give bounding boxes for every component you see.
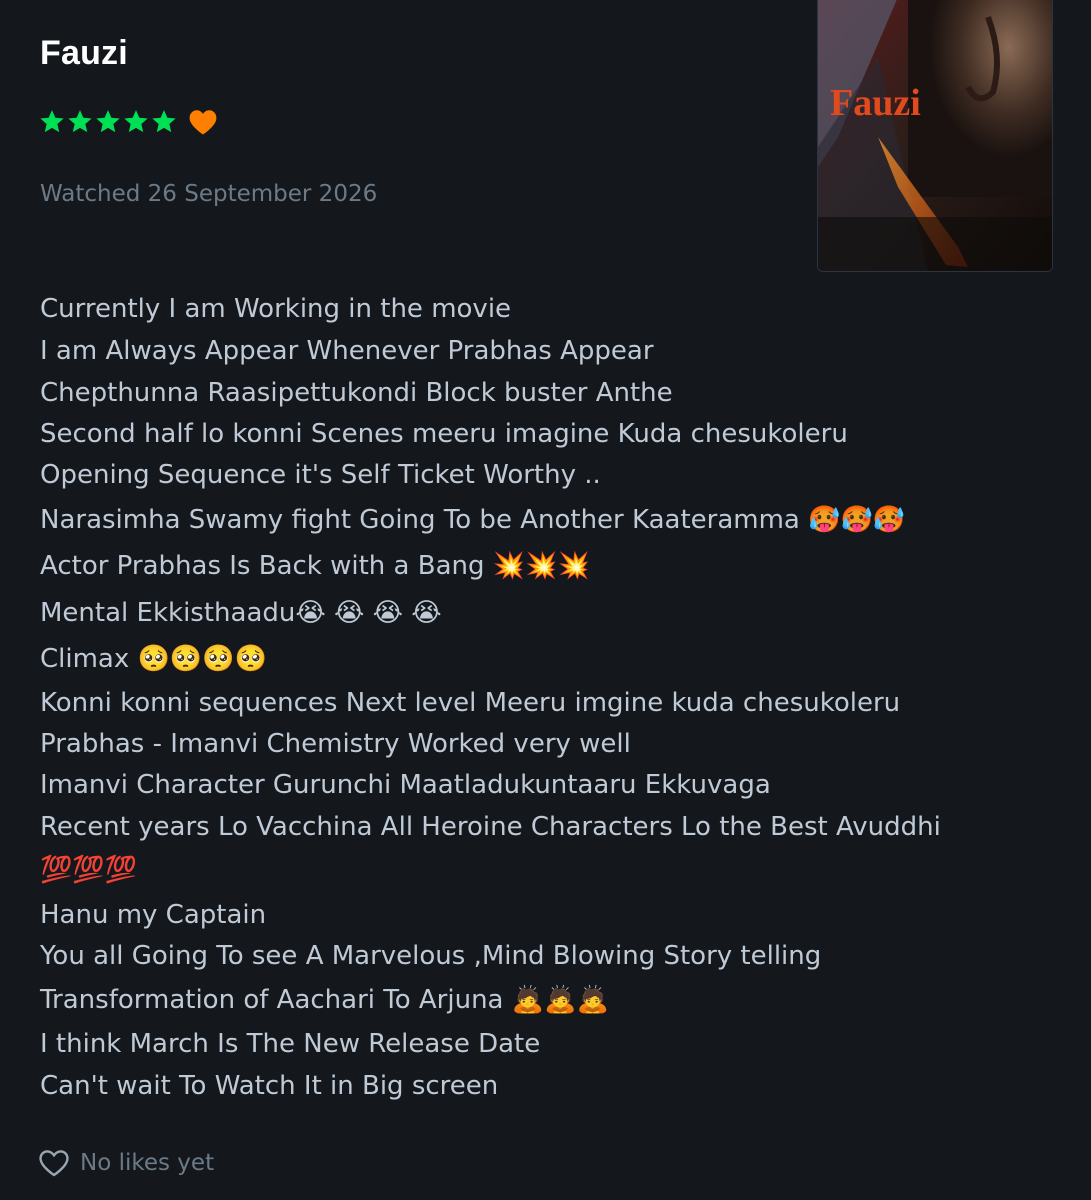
rating <box>38 108 218 136</box>
review-line: Currently I am Working in the movie <box>40 294 512 324</box>
film-poster[interactable]: Fauzi <box>817 0 1053 272</box>
heart-filled-icon <box>189 110 217 135</box>
watched-date: Watched 26 September 2026 <box>40 181 378 207</box>
review-line: Konni konni sequences Next level Meeru i… <box>40 688 901 718</box>
review-line: Prabhas - Imanvi Chemistry Worked very w… <box>40 729 631 759</box>
review-line: Second half lo konni Scenes meeru imagin… <box>40 419 848 449</box>
review-line: Actor Prabhas Is Back with a Bang 💥💥💥 <box>40 551 590 581</box>
review-line: Narasimha Swamy fight Going To be Anothe… <box>40 505 906 535</box>
star-icon <box>124 110 148 133</box>
likes[interactable]: No likes yet <box>38 1148 214 1178</box>
likes-count: No likes yet <box>80 1150 215 1176</box>
review-line: I think March Is The New Release Date <box>40 1029 541 1059</box>
star-icon <box>152 110 176 133</box>
review-line: Hanu my Captain <box>40 900 267 930</box>
review-line: Recent years Lo Vacchina All Heroine Cha… <box>40 812 941 842</box>
star-icon <box>96 110 120 133</box>
review-line: 💯💯💯 <box>40 855 138 885</box>
review-line: Mental Ekkisthaadu😭 😭 😭 😭 <box>40 598 442 628</box>
poster-title: Fauzi <box>830 82 921 124</box>
film-title[interactable]: Fauzi <box>40 34 128 73</box>
review-line: Climax 🥺🥺🥺🥺 <box>40 644 268 674</box>
review-line: I am Always Appear Whenever Prabhas Appe… <box>40 336 654 366</box>
heart-outline-icon[interactable] <box>38 1148 70 1178</box>
review-line: Transformation of Aachari To Arjuna 🙇🙇🙇 <box>40 985 609 1015</box>
review-line: Can't wait To Watch It in Big screen <box>40 1071 499 1101</box>
review-line: Opening Sequence it's Self Ticket Worthy… <box>40 460 601 490</box>
review-line: Chepthunna Raasipettukondi Block buster … <box>40 378 673 408</box>
star-icon <box>40 110 64 133</box>
star-icon <box>68 110 92 133</box>
review-line: Imanvi Character Gurunchi Maatladukuntaa… <box>40 770 771 800</box>
review-line: You all Going To see A Marvelous ,Mind B… <box>40 941 822 971</box>
